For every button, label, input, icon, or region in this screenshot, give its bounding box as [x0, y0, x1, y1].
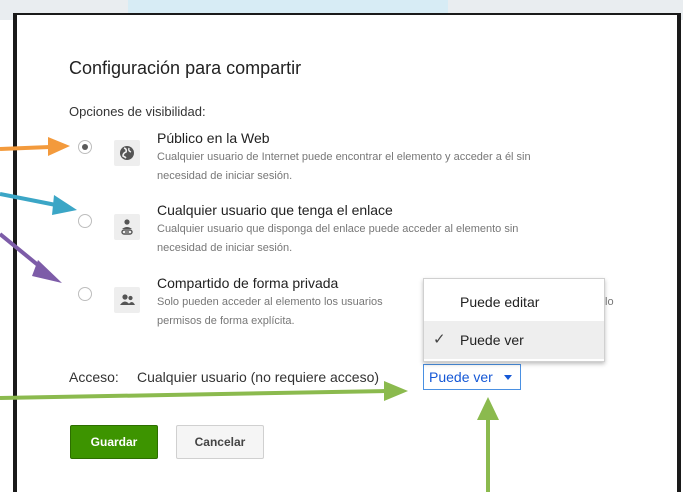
arrow-purple — [0, 232, 62, 283]
arrow-orange — [0, 137, 70, 156]
annotation-arrows — [0, 137, 499, 492]
arrow-green-horizontal — [0, 381, 408, 401]
arrow-blue — [0, 192, 77, 215]
arrow-green-vertical — [477, 397, 499, 492]
